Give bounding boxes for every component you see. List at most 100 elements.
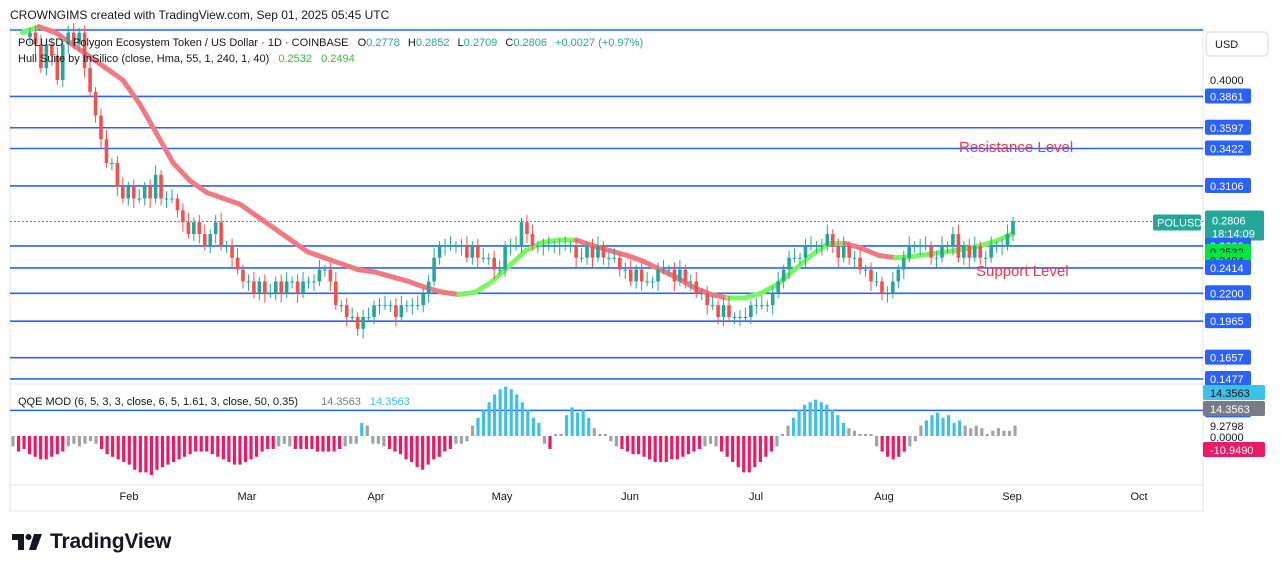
legend-l-value: 0.2709 [464, 37, 498, 49]
qqe-bar [919, 425, 923, 436]
legend-h-label: H [408, 37, 416, 49]
qqe-value-1: 14.3563 [321, 396, 361, 408]
candle-body [317, 269, 322, 282]
hull-value-1: 0.2532 [278, 53, 312, 65]
qqe-bar [564, 415, 569, 436]
qqe-bar [393, 436, 397, 452]
candle-body [994, 245, 999, 247]
qqe-bar [515, 394, 519, 436]
qqe-bar [791, 417, 796, 436]
candle-body [284, 281, 289, 294]
candle-body [907, 245, 912, 258]
qqe-bar [166, 436, 170, 465]
candle-body [650, 281, 655, 283]
qqe-axis-label: 14.3563 [1210, 404, 1250, 416]
qqe-bar [360, 423, 364, 436]
candle-body [574, 245, 578, 258]
hull-segment [859, 245, 882, 258]
qqe-bar [199, 436, 203, 452]
candle-body [716, 305, 720, 317]
candle-body [306, 281, 311, 283]
candle-body [503, 245, 507, 270]
candle-body [732, 317, 737, 318]
hull-segment [540, 237, 562, 245]
hull-segment [137, 101, 159, 136]
candle-body [131, 186, 136, 199]
candle-body [825, 234, 830, 246]
candle-body [273, 281, 278, 294]
hull-segment [708, 291, 730, 301]
candle-body [590, 245, 595, 258]
candle-body [290, 281, 294, 283]
qqe-bar [786, 425, 790, 436]
qqe-bar [448, 436, 452, 449]
hull-band [19, 24, 1016, 301]
qqe-bar [177, 436, 181, 460]
chart-canvas[interactable]: POLUSD · Polygon Ecosystem Token / US Do… [0, 0, 1281, 571]
hull-label: Hull Suite by InSilico (close, Hma, 55, … [18, 53, 269, 65]
candle-body [312, 281, 316, 283]
qqe-bar [72, 436, 76, 444]
price-label-level: 0.3597 [1210, 123, 1244, 135]
qqe-bar [681, 436, 685, 457]
candle-body [710, 305, 715, 307]
qqe-bar [282, 436, 286, 444]
candle-body [268, 293, 273, 295]
candle-body [885, 293, 890, 295]
candle-body [454, 245, 458, 247]
qqe-bar [498, 389, 502, 436]
qqe-bar [1013, 425, 1017, 436]
candle-body [481, 257, 486, 259]
resistance-annotation: Resistance Level [959, 139, 1073, 156]
candle-body [137, 198, 142, 200]
qqe-bar [465, 436, 469, 442]
qqe-axis: 14.356314.35639.27980.0000-10.9490 [1203, 385, 1265, 457]
hull-segment [758, 281, 781, 296]
hull-segment [170, 160, 193, 184]
qqe-bar [576, 412, 580, 436]
candle-body [814, 245, 819, 247]
qqe-bar [886, 436, 890, 457]
qqe-bar [221, 436, 225, 460]
qqe-label: QQE MOD (6, 5, 3, 3, close, 6, 5, 1.61, … [18, 396, 298, 408]
candle-body [858, 257, 862, 270]
qqe-axis-label: 14.3563 [1210, 388, 1250, 400]
qqe-bar [39, 436, 43, 460]
candle-body [672, 269, 677, 282]
qqe-bar [332, 436, 336, 452]
candle-body [235, 257, 240, 270]
qqe-bar [769, 436, 774, 452]
candle-body [983, 257, 988, 259]
time-axis: Feb Mar Apr May Jun Jul Aug Sep Oct [120, 491, 1148, 503]
qqe-bar [985, 434, 989, 436]
candle-body [612, 257, 617, 259]
qqe-bar [61, 436, 65, 452]
qqe-bar [620, 436, 624, 449]
qqe-bar [277, 436, 281, 447]
candle-body [645, 281, 649, 283]
price-label-current: 0.2806 [1212, 215, 1246, 227]
qqe-bar [493, 394, 497, 436]
qqe-bar [371, 436, 375, 444]
qqe-bar [470, 425, 475, 436]
qqe-bar [409, 436, 414, 462]
qqe-bar [1007, 430, 1012, 436]
qqe-bar [426, 436, 430, 465]
candle-body [1011, 221, 1015, 235]
qqe-bar [996, 428, 1000, 436]
legend-o-value: 0.2778 [366, 37, 400, 49]
qqe-bar [847, 428, 851, 436]
qqe-bar [288, 436, 292, 447]
hull-value-2: 0.2494 [321, 53, 355, 65]
candle-body [798, 257, 802, 259]
candle-body [656, 269, 660, 282]
candle-body [743, 317, 748, 318]
candle-body [301, 281, 305, 294]
tradingview-logo: TradingView [12, 530, 171, 554]
hull-segment [372, 269, 395, 280]
candle-body [661, 269, 666, 271]
qqe-bar [509, 389, 513, 436]
candle-body [557, 245, 562, 247]
candle-body [399, 305, 404, 317]
qqe-bar [432, 436, 436, 460]
